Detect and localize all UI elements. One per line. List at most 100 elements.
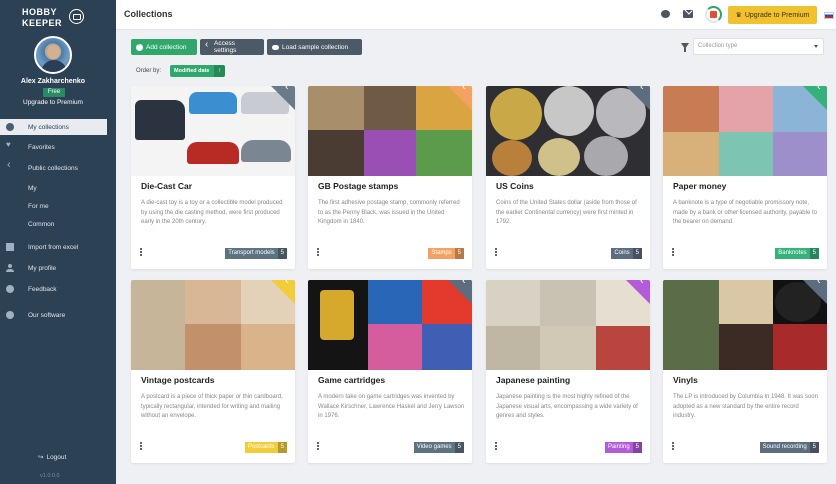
sidebar-item-my[interactable]: My [0,180,116,196]
collection-type-label: Postcards [244,442,278,453]
order-by-label: Order by: [136,68,162,74]
collection-description: A die-cast toy is a toy or a collectible… [141,200,283,225]
collection-type-label: Sound recording [759,442,810,453]
collection-title[interactable]: Game cartridges [318,375,385,385]
mail-icon[interactable] [683,10,693,18]
collection-description: A banknote is a type of negotiable promi… [673,200,817,225]
collection-type-badge[interactable]: Painting 5 [604,442,642,453]
logout-button[interactable]: ↪ Logout [38,453,66,462]
sidebar-item-for-me[interactable]: For me [0,198,116,214]
share-icon [816,86,824,95]
more-options-icon[interactable] [672,442,676,451]
collection-card[interactable]: Paper money A banknote is a type of negot… [663,86,827,269]
more-options-icon[interactable] [672,248,676,257]
collection-title[interactable]: US Coins [496,181,534,191]
sidebar-item-feedback[interactable]: Feedback [0,281,116,297]
sort-direction-button[interactable]: ↑ [214,65,225,77]
collection-title[interactable]: Vintage postcards [141,375,215,385]
sidebar-item-favorites[interactable]: Favorites [0,139,116,155]
page-title: Collections [124,9,173,19]
collection-description: The first adhesive postage stamp, common… [318,200,460,225]
item-count: 5 [809,442,819,453]
collection-card[interactable]: US Coins Coins of the United States dolla… [486,86,650,269]
access-settings-button[interactable]: Access settings [200,39,264,55]
top-header: Collections ♛ Upgrade to Premium [116,0,836,30]
chat-icon[interactable] [661,10,670,18]
more-options-icon[interactable] [317,248,321,257]
sidebar-item-public-collections[interactable]: Public collections [0,159,116,176]
sidebar-item-label: Import from excel [28,243,79,251]
collection-type-badge[interactable]: Stamps 5 [428,248,464,259]
collection-type-badge[interactable]: Transport models 5 [225,248,287,259]
collection-title[interactable]: Japanese painting [496,375,570,385]
sidebar-item-label: Our software [28,311,66,319]
collection-type-label: Transport models [225,248,278,259]
item-count: 5 [454,442,464,453]
collection-description: A postcard is a piece of thick paper or … [141,394,283,419]
storage-progress-icon[interactable] [705,6,722,23]
avatar[interactable] [34,36,72,74]
collection-description: A modern take on game cartridges was inv… [318,394,465,419]
share-icon [284,86,292,95]
collection-card[interactable]: GB Postage stamps The first adhesive post… [308,86,472,269]
sidebar-item-my-collections[interactable]: My collections [0,119,107,135]
collection-type-label: Banknotes [775,248,810,259]
collection-type-badge[interactable]: Postcards 5 [244,442,287,453]
collection-card[interactable]: Vintage postcards A postcard is a piece o… [131,280,295,463]
sidebar-item-label: My profile [28,264,57,272]
collection-type-select[interactable]: Collection type [693,38,824,55]
item-count: 5 [632,248,642,259]
collection-type-badge[interactable]: Video games 5 [413,442,464,453]
sidebar-item-common[interactable]: Common [0,216,116,232]
user-icon [6,264,14,272]
sidebar-item-label: Public collections [28,164,78,172]
collection-type-label: Coins [611,248,633,259]
sidebar-item-label: Common [28,220,55,228]
chevron-down-icon [814,45,818,48]
pin-icon [6,311,14,319]
collection-card[interactable]: Game cartridges A modern take on game car… [308,280,472,463]
more-options-icon[interactable] [495,248,499,257]
hobby-keeper-logo[interactable]: HOBBY KEEPER [22,7,86,29]
collection-title[interactable]: Die-Cast Car [141,181,192,191]
collection-type-label: Video games [413,442,455,453]
more-options-icon[interactable] [140,442,144,451]
chat-bubble-icon [6,285,14,293]
collection-type-badge[interactable]: Banknotes 5 [775,248,819,259]
collection-title[interactable]: GB Postage stamps [318,181,398,191]
collection-description: Japanese painting is the most highly ref… [496,394,638,419]
add-collection-button[interactable]: Add collection [131,39,197,55]
share-icon [816,280,824,289]
collection-type-badge[interactable]: Coins 5 [611,248,642,259]
collection-title[interactable]: Vinyls [673,375,698,385]
sidebar-item-our-software[interactable]: Our software [0,307,116,323]
share-icon [205,39,211,50]
collection-type-label: Stamps [428,248,455,259]
sidebar-item-my-profile[interactable]: My profile [0,260,116,276]
upgrade-premium-button[interactable]: ♛ Upgrade to Premium [728,6,817,24]
collection-description: Coins of the United States dollar (aside… [496,200,637,225]
load-sample-button[interactable]: Load sample collection [267,39,362,55]
item-count: 5 [277,248,287,259]
more-options-icon[interactable] [140,248,144,257]
more-options-icon[interactable] [495,442,499,451]
language-flag-icon[interactable] [824,12,834,19]
collection-card[interactable]: Die-Cast Car A die-cast toy is a toy or a… [131,86,295,269]
collection-type-badge[interactable]: Sound recording 5 [759,442,819,453]
collection-description: The LP is introduced by Columbia in 1948… [673,394,818,419]
sidebar-item-import-excel[interactable]: Import from excel [0,239,116,255]
more-options-icon[interactable] [317,442,321,451]
sidebar-upgrade-link[interactable]: Upgrade to Premium [0,99,106,106]
collection-card[interactable]: Vinyls The LP is introduced by Columbia i… [663,280,827,463]
share-icon [461,86,469,95]
user-name: Alex Zakharchenko [20,78,86,85]
share-icon [639,86,647,95]
crown-icon: ♛ [735,12,742,19]
access-settings-label: Access settings [213,40,237,54]
collection-card[interactable]: Japanese painting Japanese painting is th… [486,280,650,463]
sidebar-item-label: Feedback [28,285,57,293]
logo-icon [69,9,84,24]
collection-title[interactable]: Paper money [673,181,726,191]
upgrade-premium-label: Upgrade to Premium [744,11,810,19]
order-by-button[interactable]: Modified date [170,65,214,77]
